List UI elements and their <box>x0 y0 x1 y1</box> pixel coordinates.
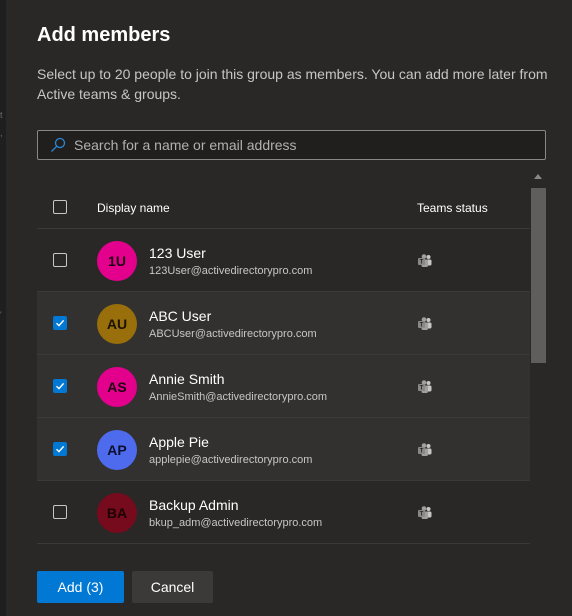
row-checkbox[interactable] <box>53 316 67 330</box>
scrollbar-thumb[interactable] <box>531 188 546 363</box>
search-input[interactable] <box>74 131 534 159</box>
select-all-checkbox[interactable] <box>53 200 67 214</box>
teams-icon: T <box>417 316 433 332</box>
add-members-dialog: Add members Select up to 20 people to jo… <box>6 0 572 616</box>
user-email: ABCUser@activedirectorypro.com <box>149 328 317 340</box>
user-display-name: Annie Smith <box>149 371 225 387</box>
cancel-button[interactable]: Cancel <box>132 571 213 603</box>
teams-icon: T <box>417 505 433 521</box>
members-table: Display name Teams status 1U 123 User 123U… <box>37 172 549 552</box>
user-display-name: ABC User <box>149 308 212 324</box>
table-row[interactable]: AP Apple Pie applepie@activedirectorypro.c… <box>37 418 530 481</box>
svg-text:T: T <box>420 449 424 455</box>
avatar: 1U <box>97 241 137 281</box>
avatar: AU <box>97 304 137 344</box>
column-header-display-name: Display name <box>97 201 170 215</box>
svg-text:T: T <box>420 260 424 266</box>
row-checkbox[interactable] <box>53 253 67 267</box>
checkmark-icon <box>56 382 65 390</box>
teams-icon: T <box>417 379 433 395</box>
user-email: 123User@activedirectorypro.com <box>149 265 313 277</box>
row-checkbox[interactable] <box>53 442 67 456</box>
user-display-name: 123 User <box>149 245 206 261</box>
page: t , ' Add members Select up to 20 people… <box>0 0 572 616</box>
table-row[interactable]: BA Backup Admin bkup_adm@activedirectorypr… <box>37 481 530 544</box>
svg-text:T: T <box>420 386 424 392</box>
user-email: bkup_adm@activedirectorypro.com <box>149 517 323 529</box>
add-button[interactable]: Add (3) <box>37 571 124 603</box>
svg-text:T: T <box>420 512 424 518</box>
dialog-footer: Add (3) Cancel <box>6 552 572 616</box>
table-header: Display name Teams status <box>37 172 530 229</box>
scroll-up-arrow-icon[interactable] <box>534 174 542 179</box>
table-row[interactable]: AU ABC User ABCUser@activedirectorypro.com… <box>37 292 530 355</box>
table-row[interactable]: 1U 123 User 123User@activedirectorypro.com… <box>37 229 530 292</box>
user-display-name: Backup Admin <box>149 497 239 513</box>
row-checkbox[interactable] <box>53 379 67 393</box>
svg-text:T: T <box>420 323 424 329</box>
search-box[interactable] <box>37 130 546 160</box>
checkmark-icon <box>56 319 65 327</box>
search-icon <box>51 137 66 152</box>
table-row[interactable]: AS Annie Smith AnnieSmith@activedirectoryp… <box>37 355 530 418</box>
teams-icon: T <box>417 442 433 458</box>
avatar: BA <box>97 493 137 533</box>
user-display-name: Apple Pie <box>149 434 209 450</box>
background-fragment: ' <box>0 310 2 320</box>
avatar: AP <box>97 430 137 470</box>
background-fragment: t <box>0 110 3 120</box>
row-checkbox[interactable] <box>53 505 67 519</box>
table-scrollbar[interactable] <box>530 172 547 552</box>
checkmark-icon <box>56 445 65 453</box>
dialog-title: Add members <box>37 24 171 46</box>
user-email: applepie@activedirectorypro.com <box>149 454 313 466</box>
avatar: AS <box>97 367 137 407</box>
user-email: AnnieSmith@activedirectorypro.com <box>149 391 328 403</box>
background-fragment: , <box>0 128 3 138</box>
column-header-teams-status: Teams status <box>417 201 488 215</box>
dialog-description: Select up to 20 people to join this grou… <box>37 66 548 102</box>
teams-icon: T <box>417 253 433 269</box>
